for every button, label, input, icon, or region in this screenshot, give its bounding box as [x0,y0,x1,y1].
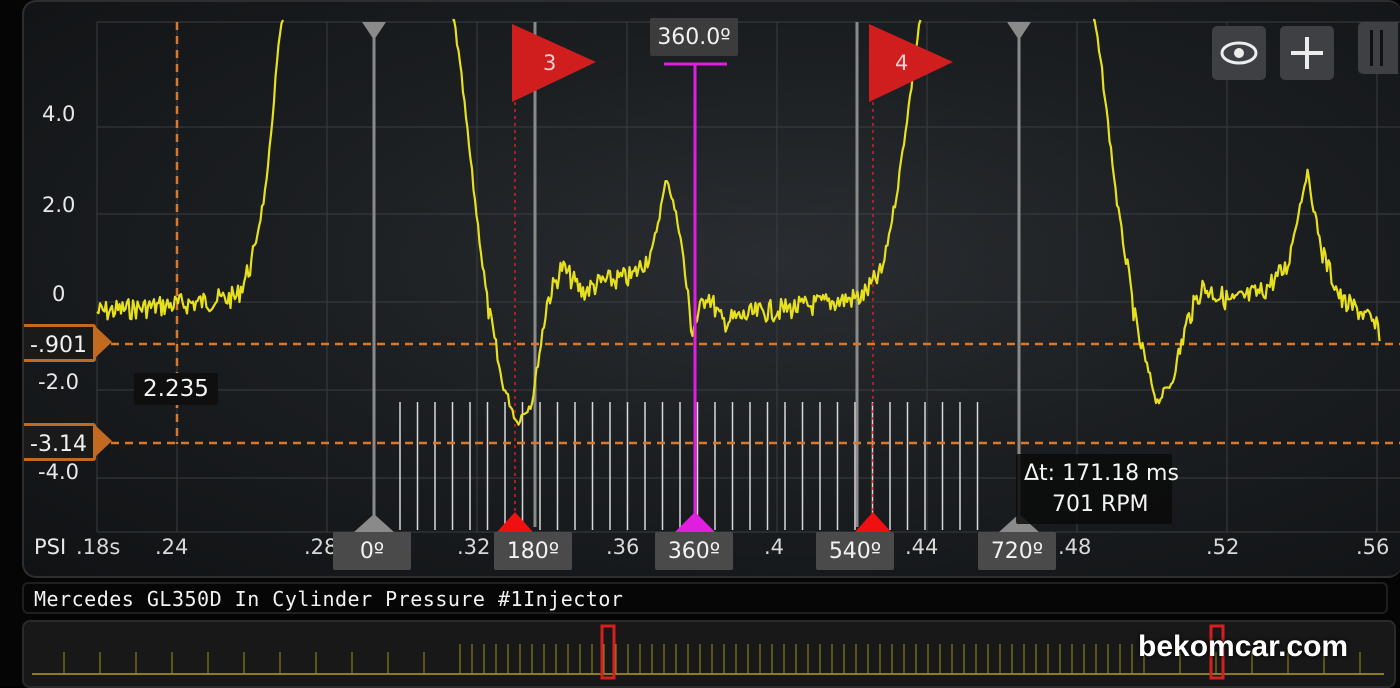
eye-icon [1212,41,1266,84]
y-cursor-lower-tip [96,426,112,456]
y-cursor-upper-handle[interactable]: -.901 [24,324,96,362]
scope-app: 3 4 4.0 2.0 0 -2.0 -4.0 PSI .18s .24 .28… [0,0,1400,688]
x-tick-label: .4 [764,535,785,559]
x-tick-label: .36 [606,535,640,559]
y-tick-label: 0 [52,282,66,306]
y-cursor-upper-tip [96,327,112,357]
y-cursor-lower-handle[interactable]: -3.14 [24,423,96,461]
cursor-360-label[interactable]: 360º [655,532,733,570]
x-tick-label: .18s [76,535,121,559]
cursor-720-label[interactable]: 720º [978,532,1056,570]
add-channel-button[interactable] [1280,26,1334,80]
x-tick-label: .48 [1058,535,1092,559]
visibility-button[interactable] [1212,26,1266,80]
pressure-trace [96,18,1381,426]
y-tick-label: 4.0 [42,102,76,126]
cursor-0-bottom-handle [354,514,394,532]
x-tick-label: .32 [457,535,491,559]
cursor-0-top-handle [362,22,386,40]
watermark: bekomcar.com [1138,630,1349,663]
x-tick-label: .52 [1206,535,1240,559]
x-tick-label: .56 [1356,535,1390,559]
waveform-plot[interactable]: 3 4 [24,2,1400,576]
cursor-540-label[interactable]: 540º [816,532,894,570]
marker-4-bottom-handle [855,512,891,532]
cursor-720-top-handle [1007,22,1031,40]
cursor-360-handle [675,512,715,532]
marker-4-label: 4 [895,51,908,75]
crank-ticks [399,402,979,530]
channel-title[interactable]: Mercedes GL350D In Cylinder Pressure #1I… [22,582,1388,614]
x-tick-label: .24 [155,535,189,559]
cursor-360-top-label[interactable]: 360.0º [650,18,738,56]
side-drawer-handle[interactable] [1358,22,1398,74]
y-tick-label: -2.0 [38,370,79,394]
rpm-value: 701 RPM [1052,492,1149,517]
cursor-180-label[interactable]: 180º [494,532,572,570]
time-cursor-readout: 2.235 [134,373,218,405]
marker-3-bottom-handle [497,512,533,532]
delta-t-value: Δt: 171.18 ms [1024,461,1179,486]
x-tick-label: .44 [905,535,939,559]
marker-3-label: 3 [543,51,556,75]
cursor-0-label[interactable]: 0º [333,532,411,570]
y-unit-label: PSI [34,535,67,559]
plus-icon [1280,37,1334,84]
delta-t-readout: Δt: 171.18 ms 701 RPM [1016,454,1179,524]
y-tick-label: 2.0 [42,193,76,217]
scope-frame: 3 4 [22,0,1400,578]
